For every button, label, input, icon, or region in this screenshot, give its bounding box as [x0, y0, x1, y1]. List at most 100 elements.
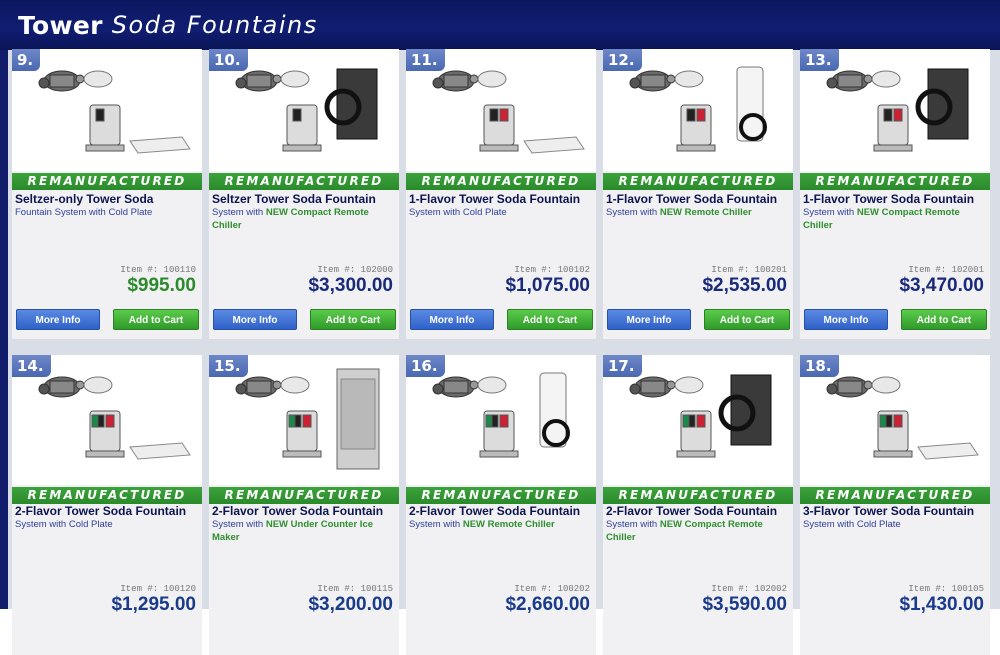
item-number: Item #: 100120: [120, 584, 196, 594]
product-card[interactable]: 15. REMANUFACTURED 2-Flavor Tower Soda Fou…: [209, 355, 399, 655]
product-description-text: System with: [803, 207, 857, 218]
product-description: System with Cold Plate: [409, 206, 595, 219]
more-info-button[interactable]: More Info: [410, 309, 494, 330]
product-card[interactable]: 11. REMANUFACTURED 1-Flavor Tower Soda Fou…: [406, 49, 596, 339]
product-description: System with NEW Under Counter Ice Maker: [212, 518, 398, 544]
product-description-text: Fountain System with Cold Plate: [15, 207, 153, 218]
product-title[interactable]: 2-Flavor Tower Soda Fountain: [15, 504, 203, 518]
add-to-cart-button[interactable]: Add to Cart: [901, 309, 987, 330]
product-description-highlight: NEW Remote Chiller: [659, 207, 752, 218]
product-description: System with NEW Remote Chiller: [409, 518, 595, 531]
product-title[interactable]: 1-Flavor Tower Soda Fountain: [606, 192, 794, 206]
item-number: Item #: 100105: [908, 584, 984, 594]
product-number-badge: 14.: [12, 355, 51, 377]
add-to-cart-button[interactable]: Add to Cart: [704, 309, 790, 330]
product-price: $1,075.00: [505, 275, 590, 296]
product-number-badge: 16.: [406, 355, 445, 377]
product-card[interactable]: 16. REMANUFACTURED 2-Flavor Tower Soda Fou…: [406, 355, 596, 655]
product-number-badge: 17.: [603, 355, 642, 377]
product-image[interactable]: [12, 49, 202, 171]
product-description-text: System with: [606, 519, 660, 530]
product-description: System with NEW Compact Remote Chiller: [212, 206, 398, 232]
product-price: $995.00: [127, 275, 196, 296]
more-info-button[interactable]: More Info: [804, 309, 888, 330]
product-title[interactable]: 2-Flavor Tower Soda Fountain: [409, 504, 597, 518]
product-number-badge: 12.: [603, 49, 642, 71]
remanufactured-banner: REMANUFACTURED: [800, 487, 990, 504]
product-title[interactable]: 2-Flavor Tower Soda Fountain: [606, 504, 794, 518]
product-description: System with NEW Compact Remote Chiller: [606, 518, 792, 544]
remanufactured-banner: REMANUFACTURED: [603, 173, 793, 190]
header-brand: Tower: [18, 10, 103, 40]
product-number-badge: 11.: [406, 49, 445, 71]
item-number: Item #: 102001: [908, 265, 984, 275]
remanufactured-banner: REMANUFACTURED: [406, 487, 596, 504]
product-card[interactable]: 17. REMANUFACTURED 2-Flavor Tower Soda Fou…: [603, 355, 793, 655]
product-title[interactable]: 2-Flavor Tower Soda Fountain: [212, 504, 400, 518]
section-header: Tower Soda Fountains: [0, 0, 1000, 50]
product-price: $3,590.00: [702, 594, 787, 615]
more-info-button[interactable]: More Info: [16, 309, 100, 330]
remanufactured-banner: REMANUFACTURED: [209, 487, 399, 504]
product-card[interactable]: 10. REMANUFACTURED Seltzer Tower Soda Foun…: [209, 49, 399, 339]
item-number: Item #: 100202: [514, 584, 590, 594]
product-card[interactable]: 13. REMANUFACTURED 1-Flavor Tower Soda Fou…: [800, 49, 990, 339]
product-description-text: System with Cold Plate: [803, 519, 901, 530]
product-card[interactable]: 14. REMANUFACTURED 2-Flavor Tower Soda Fou…: [12, 355, 202, 655]
product-price: $3,300.00: [308, 275, 393, 296]
remanufactured-banner: REMANUFACTURED: [800, 173, 990, 190]
product-description-text: System with Cold Plate: [15, 519, 113, 530]
item-number: Item #: 102000: [317, 265, 393, 275]
remanufactured-banner: REMANUFACTURED: [603, 487, 793, 504]
header-subtitle: Soda Fountains: [111, 11, 318, 39]
product-number-badge: 18.: [800, 355, 839, 377]
product-title[interactable]: 1-Flavor Tower Soda Fountain: [803, 192, 991, 206]
product-price: $3,200.00: [308, 594, 393, 615]
product-number-badge: 15.: [209, 355, 248, 377]
product-row-1: 9. REMANUFACTURED Seltzer-only Tower Soda F…: [12, 49, 1000, 349]
more-info-button[interactable]: More Info: [213, 309, 297, 330]
product-number-badge: 10.: [209, 49, 248, 71]
add-to-cart-button[interactable]: Add to Cart: [113, 309, 199, 330]
product-price: $2,535.00: [702, 275, 787, 296]
product-image-svg: [38, 70, 191, 154]
add-to-cart-button[interactable]: Add to Cart: [507, 309, 593, 330]
product-title[interactable]: 3-Flavor Tower Soda Fountain: [803, 504, 991, 518]
product-price: $2,660.00: [505, 594, 590, 615]
item-number: Item #: 100115: [317, 584, 393, 594]
product-description-text: System with: [212, 519, 266, 530]
product-description: System with NEW Compact Remote Chiller: [803, 206, 989, 232]
more-info-button[interactable]: More Info: [607, 309, 691, 330]
item-number: Item #: 100201: [711, 265, 787, 275]
product-title[interactable]: Seltzer Tower Soda Fountain: [212, 192, 400, 206]
product-description-text: System with: [606, 207, 660, 218]
remanufactured-banner: REMANUFACTURED: [209, 173, 399, 190]
remanufactured-banner: REMANUFACTURED: [406, 173, 596, 190]
product-description: System with Cold Plate: [803, 518, 989, 531]
item-number: Item #: 100102: [514, 265, 590, 275]
product-description-highlight: NEW Remote Chiller: [462, 519, 555, 530]
product-grid: 9. REMANUFACTURED Seltzer-only Tower Soda F…: [12, 49, 1000, 655]
product-card[interactable]: 9. REMANUFACTURED Seltzer-only Tower Soda F…: [12, 49, 202, 339]
product-description-text: System with Cold Plate: [409, 207, 507, 218]
item-number: Item #: 102002: [711, 584, 787, 594]
add-to-cart-button[interactable]: Add to Cart: [310, 309, 396, 330]
product-card[interactable]: 18. REMANUFACTURED 3-Flavor Tower Soda Fou…: [800, 355, 990, 655]
product-price: $1,295.00: [111, 594, 196, 615]
product-number-badge: 9.: [12, 49, 41, 71]
product-description: System with Cold Plate: [15, 518, 201, 531]
product-title[interactable]: Seltzer-only Tower Soda: [15, 192, 203, 206]
product-number-badge: 13.: [800, 49, 839, 71]
product-title[interactable]: 1-Flavor Tower Soda Fountain: [409, 192, 597, 206]
remanufactured-banner: REMANUFACTURED: [12, 173, 202, 190]
product-description-text: System with: [212, 207, 266, 218]
remanufactured-banner: REMANUFACTURED: [12, 487, 202, 504]
product-description: Fountain System with Cold Plate: [15, 206, 201, 219]
item-number: Item #: 100110: [120, 265, 196, 275]
product-row-2: 14. REMANUFACTURED 2-Flavor Tower Soda Fou…: [12, 355, 1000, 655]
product-card[interactable]: 12. REMANUFACTURED 1-Flavor Tower Soda Fou…: [603, 49, 793, 339]
product-description-text: System with: [409, 519, 463, 530]
product-price: $3,470.00: [899, 275, 984, 296]
product-price: $1,430.00: [899, 594, 984, 615]
product-description: System with NEW Remote Chiller: [606, 206, 792, 219]
